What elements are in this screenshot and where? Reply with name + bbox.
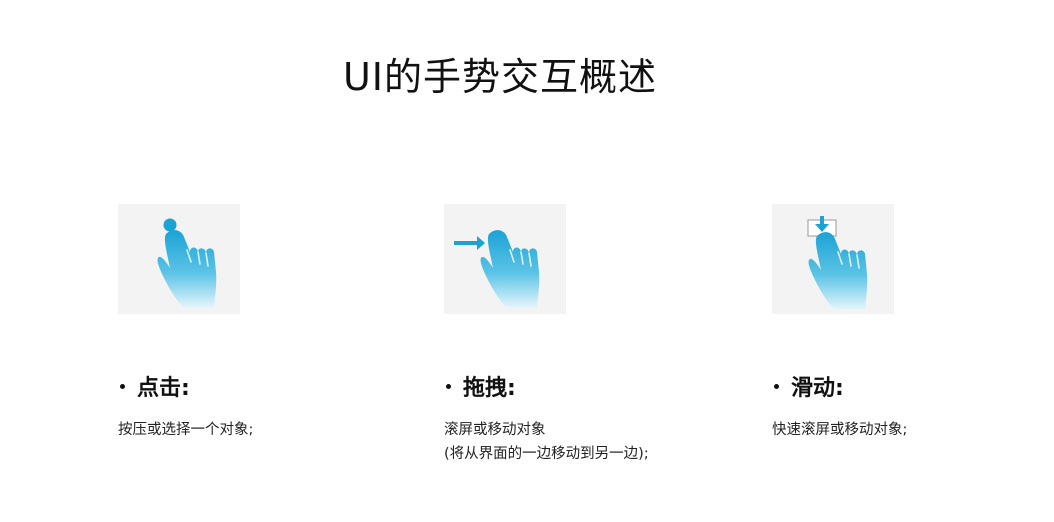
gesture-swipe-heading: 滑动: (772, 370, 1054, 402)
gesture-tap-description: 按压或选择一个对象; (118, 418, 438, 442)
drag-hand-icon (454, 230, 540, 308)
description-line: (将从界面的一边移动到另一边); (444, 446, 649, 462)
gesture-tap-heading: 点击: (118, 370, 438, 402)
gesture-tap: 点击: 按压或选择一个对象; (118, 204, 438, 442)
page-title: UI的手势交互概述 (342, 55, 658, 99)
bullet-icon (446, 383, 451, 389)
description-line: 按压或选择一个对象; (118, 422, 254, 438)
tap-hand-icon (157, 218, 217, 308)
bullet-icon (774, 383, 779, 389)
gesture-drag-title: 拖拽: (463, 376, 516, 401)
gesture-drag-heading: 拖拽: (444, 370, 764, 402)
bullet-icon (120, 383, 125, 389)
gesture-tap-title: 点击: (137, 376, 190, 401)
gesture-swipe-title: 滑动: (791, 376, 844, 401)
description-line: 快速滚屏或移动对象; (772, 422, 908, 438)
gesture-swipe: 滑动: 快速滚屏或移动对象; (772, 204, 1054, 442)
gesture-drag-image (444, 204, 566, 314)
swipe-hand-icon (807, 216, 868, 310)
gesture-tap-image (118, 204, 240, 314)
gesture-drag: 拖拽: 滚屏或移动对象 (将从界面的一边移动到另一边); (444, 204, 764, 466)
gesture-drag-description: 滚屏或移动对象 (将从界面的一边移动到另一边); (444, 418, 764, 466)
description-line: 滚屏或移动对象 (444, 422, 546, 438)
gesture-swipe-description: 快速滚屏或移动对象; (772, 418, 1054, 442)
gesture-swipe-image (772, 204, 894, 314)
